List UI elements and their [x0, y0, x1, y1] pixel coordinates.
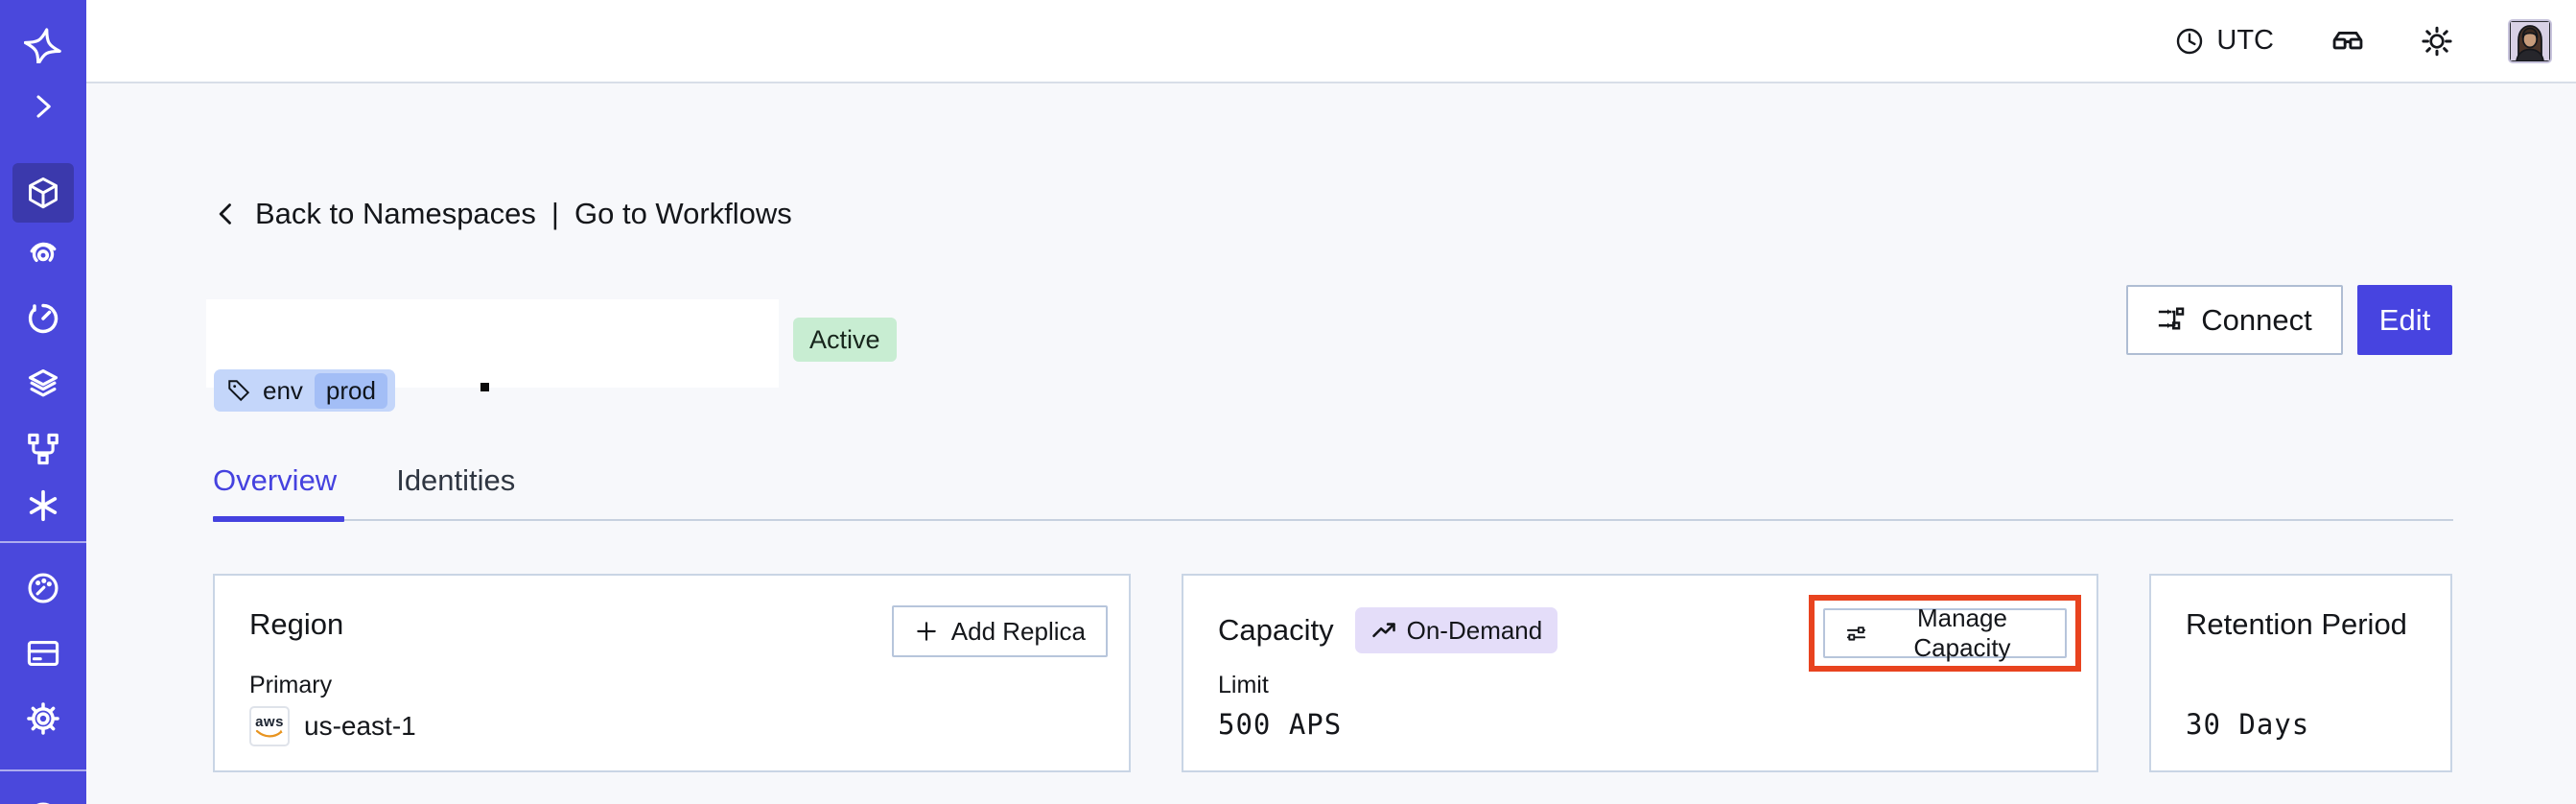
sidebar: [0, 0, 86, 804]
breadcrumb-back-link[interactable]: Back to Namespaces: [255, 197, 536, 231]
retention-value: 30 Days: [2186, 708, 2310, 741]
sidebar-item-settings[interactable]: [0, 688, 86, 749]
tag-key: env: [263, 375, 303, 405]
tab-identities[interactable]: Identities: [396, 463, 515, 498]
sun-icon: [2422, 26, 2452, 56]
temporal-logo-icon[interactable]: [0, 13, 86, 75]
connect-flow-icon: [2159, 307, 2185, 329]
labs-toggle[interactable]: [2330, 23, 2366, 59]
sidebar-item-deployments[interactable]: [0, 353, 86, 414]
tag-icon: [228, 380, 250, 402]
trending-up-icon: [1371, 623, 1395, 638]
manage-capacity-button[interactable]: Manage Capacity: [1823, 603, 2067, 662]
region-card: Region Add Replica Primary aws us-east-1: [213, 574, 1131, 772]
theme-toggle[interactable]: [2420, 24, 2454, 59]
manage-capacity-label: Manage Capacity: [1913, 603, 2011, 662]
tab-bar: Overview Identities: [213, 463, 515, 498]
sidebar-item-batch-operations[interactable]: [0, 418, 86, 480]
active-tab-indicator: [213, 516, 344, 522]
user-avatar[interactable]: [2508, 18, 2552, 63]
sidebar-item-usage[interactable]: [0, 557, 86, 619]
sidebar-divider: [0, 769, 86, 771]
sidebar-expand-button[interactable]: [0, 76, 86, 137]
timezone-selector[interactable]: UTC: [2174, 25, 2274, 57]
connect-button[interactable]: Connect: [2126, 285, 2343, 355]
aws-logo: aws: [249, 706, 290, 746]
on-demand-badge: On-Demand: [1354, 607, 1558, 653]
region-value-row: aws us-east-1: [249, 706, 416, 746]
capacity-value: 500 APS: [1218, 708, 1343, 741]
top-bar: UTC: [86, 0, 2576, 83]
sidebar-item-namespaces[interactable]: [12, 163, 74, 223]
redaction-artifact: [480, 383, 489, 391]
breadcrumb-separator: |: [550, 197, 559, 230]
tab-overview[interactable]: Overview: [213, 463, 337, 498]
avatar-image: [2510, 20, 2550, 61]
sidebar-item-workflows[interactable]: [0, 222, 86, 283]
clock-icon: [2177, 28, 2203, 54]
aws-smile: [255, 729, 283, 737]
add-replica-label: Add Replica: [950, 616, 1086, 646]
retention-card: Retention Period 30 Days: [2149, 574, 2452, 772]
sidebar-item-help[interactable]: [0, 787, 86, 804]
glasses-icon: [2332, 31, 2363, 49]
sidebar-divider: [0, 541, 86, 543]
primary-label: Primary: [249, 672, 333, 698]
tab-bar-baseline: [213, 519, 2453, 521]
region-card-title: Region: [249, 607, 344, 641]
sidebar-item-schedules[interactable]: [0, 288, 86, 349]
sidebar-item-nexus[interactable]: [0, 475, 86, 536]
namespace-tag[interactable]: env prod: [214, 369, 395, 412]
retention-card-title: Retention Period: [2186, 607, 2407, 641]
annotation-highlight-box: Manage Capacity: [1809, 595, 2081, 672]
breadcrumb-workflows-link[interactable]: Go to Workflows: [574, 197, 792, 231]
status-badge: Active: [793, 318, 897, 362]
plus-icon: [917, 622, 936, 641]
on-demand-label: On-Demand: [1406, 615, 1543, 645]
region-value: us-east-1: [304, 711, 416, 741]
add-replica-button[interactable]: Add Replica: [891, 605, 1108, 657]
back-chevron-icon[interactable]: [213, 201, 240, 227]
connect-button-label: Connect: [2201, 302, 2312, 337]
capacity-card: Capacity On-Demand Manage Capacity Limit…: [1182, 574, 2098, 772]
breadcrumb: Back to Namespaces | Go to Workflows: [213, 197, 792, 231]
edit-button[interactable]: Edit: [2357, 285, 2452, 355]
sidebar-item-billing[interactable]: [0, 623, 86, 684]
timezone-label: UTC: [2216, 25, 2274, 56]
sliders-icon: [1846, 626, 1866, 641]
capacity-card-title: Capacity: [1218, 613, 1334, 647]
limit-label: Limit: [1218, 672, 1269, 698]
tag-value: prod: [314, 372, 387, 409]
